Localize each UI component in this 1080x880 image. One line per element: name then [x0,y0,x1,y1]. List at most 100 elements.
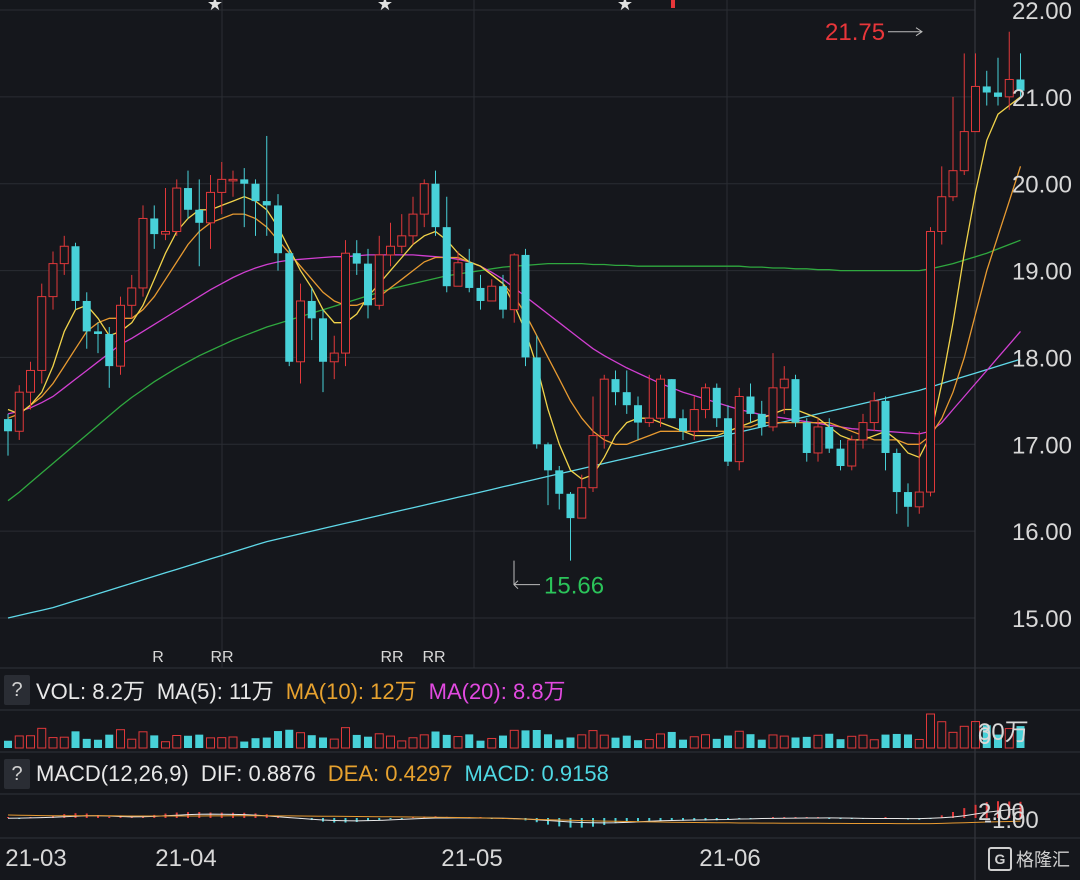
candle-body [869,400,879,424]
candle-body [679,418,687,432]
candle-body [127,287,137,306]
price-axis: 22.00 21.00 20.00 19.00 18.00 17.00 16.00 15.00 [1012,0,1072,633]
macd-bar [108,816,111,818]
watermark-text: 格隆汇 [1016,850,1070,870]
candle-body [184,188,192,210]
volume-bar [341,727,350,749]
candle-body [689,409,699,432]
candle-body [521,254,530,358]
macd-bar [355,818,358,823]
volume-bar [825,733,834,748]
candle-body [26,369,35,393]
price-tick-label: 22.00 [1012,0,1072,25]
volume-bar [499,735,507,748]
volume-bar [836,739,845,748]
volume-bar [453,736,463,749]
macd-value: MACD: 0.9158 [464,761,609,786]
volume-bar [926,713,935,749]
volume-bar [869,739,879,749]
macd-bar [963,808,966,818]
r-marker-label: R [152,649,164,666]
candle-body [386,245,395,256]
candle-body [532,357,541,445]
dea-line [7,814,1021,825]
volume-bar [374,733,384,749]
volume-bar [701,734,710,749]
candle-body [566,493,575,519]
macd-axis-label: -1.00 [984,807,1039,834]
candle-body [577,487,587,519]
volume-bar [757,739,766,748]
candle-body [397,235,407,247]
r-marker-label: RR [422,649,445,666]
candle-body [611,379,620,393]
volume-bar [465,734,474,748]
volume-bar [724,735,732,748]
macd-bar [344,818,347,823]
brand-logo-icon: G [988,847,1012,871]
volume-bar [14,735,24,749]
volume-bar [779,735,789,749]
volume-bar [386,735,395,749]
price-tick-label: 21.00 [1012,85,1072,112]
volume-bar [240,741,249,748]
volume-bar [689,736,699,749]
candle-body [352,253,361,264]
volume-bar [487,737,497,749]
volume-bar [184,735,192,748]
volume-bar [71,731,80,748]
candle-body [228,178,238,182]
volume-bar [105,734,114,748]
macd-bar [220,812,223,818]
volume-bar [195,734,204,748]
candle-body [14,391,24,432]
volume-bar [948,731,958,749]
volume-bar [116,729,125,749]
date-tick-label: 21-04 [155,845,216,872]
volume-bar [206,737,215,749]
r-marker-label: RR [210,649,233,666]
candle-body [82,300,91,332]
volume-bar [904,734,912,748]
candle-body [408,213,418,237]
help-icon[interactable]: ? [4,759,30,789]
volume-bar [476,740,485,748]
candle-body [656,378,665,419]
volume-bar [813,734,823,749]
candle-body [724,418,732,462]
candle-body [499,286,507,310]
price-tick-label: 20.00 [1012,172,1072,199]
candle-body [588,435,598,489]
high-arrow [888,27,923,37]
macd-bar [400,818,403,819]
volume-bar [329,738,339,749]
date-tick-label: 21-06 [699,845,760,872]
candle-body [94,331,102,334]
candle-body [881,400,890,453]
candle-body [644,417,654,424]
volume-bar [59,736,69,749]
r-marker-label: RR [380,649,403,666]
candles [4,31,1025,561]
volume-panel: 30万0 [4,713,1029,750]
volume-bar [712,738,721,748]
macd-bar [569,818,572,828]
vol-ma20: MA(20): 8.8万 [428,679,566,704]
macd-bar [389,818,392,820]
volume-bar [127,738,137,749]
candle-body [734,396,744,463]
volume-bar [419,734,429,749]
help-icon[interactable]: ? [4,675,30,705]
volume-bar [397,740,407,749]
event-star-icon: ★ [617,0,633,14]
candle-body [701,387,710,411]
candle-body [836,448,845,466]
price-tick-label: 15.00 [1012,606,1072,633]
volume-bar [914,738,924,749]
price-tick-label: 18.00 [1012,345,1072,372]
candle-body [622,392,631,406]
candle-body [746,396,755,414]
macd-dif: DIF: 0.8876 [200,761,316,786]
candle-body [71,246,80,301]
date-tick-label: 21-05 [441,845,502,872]
